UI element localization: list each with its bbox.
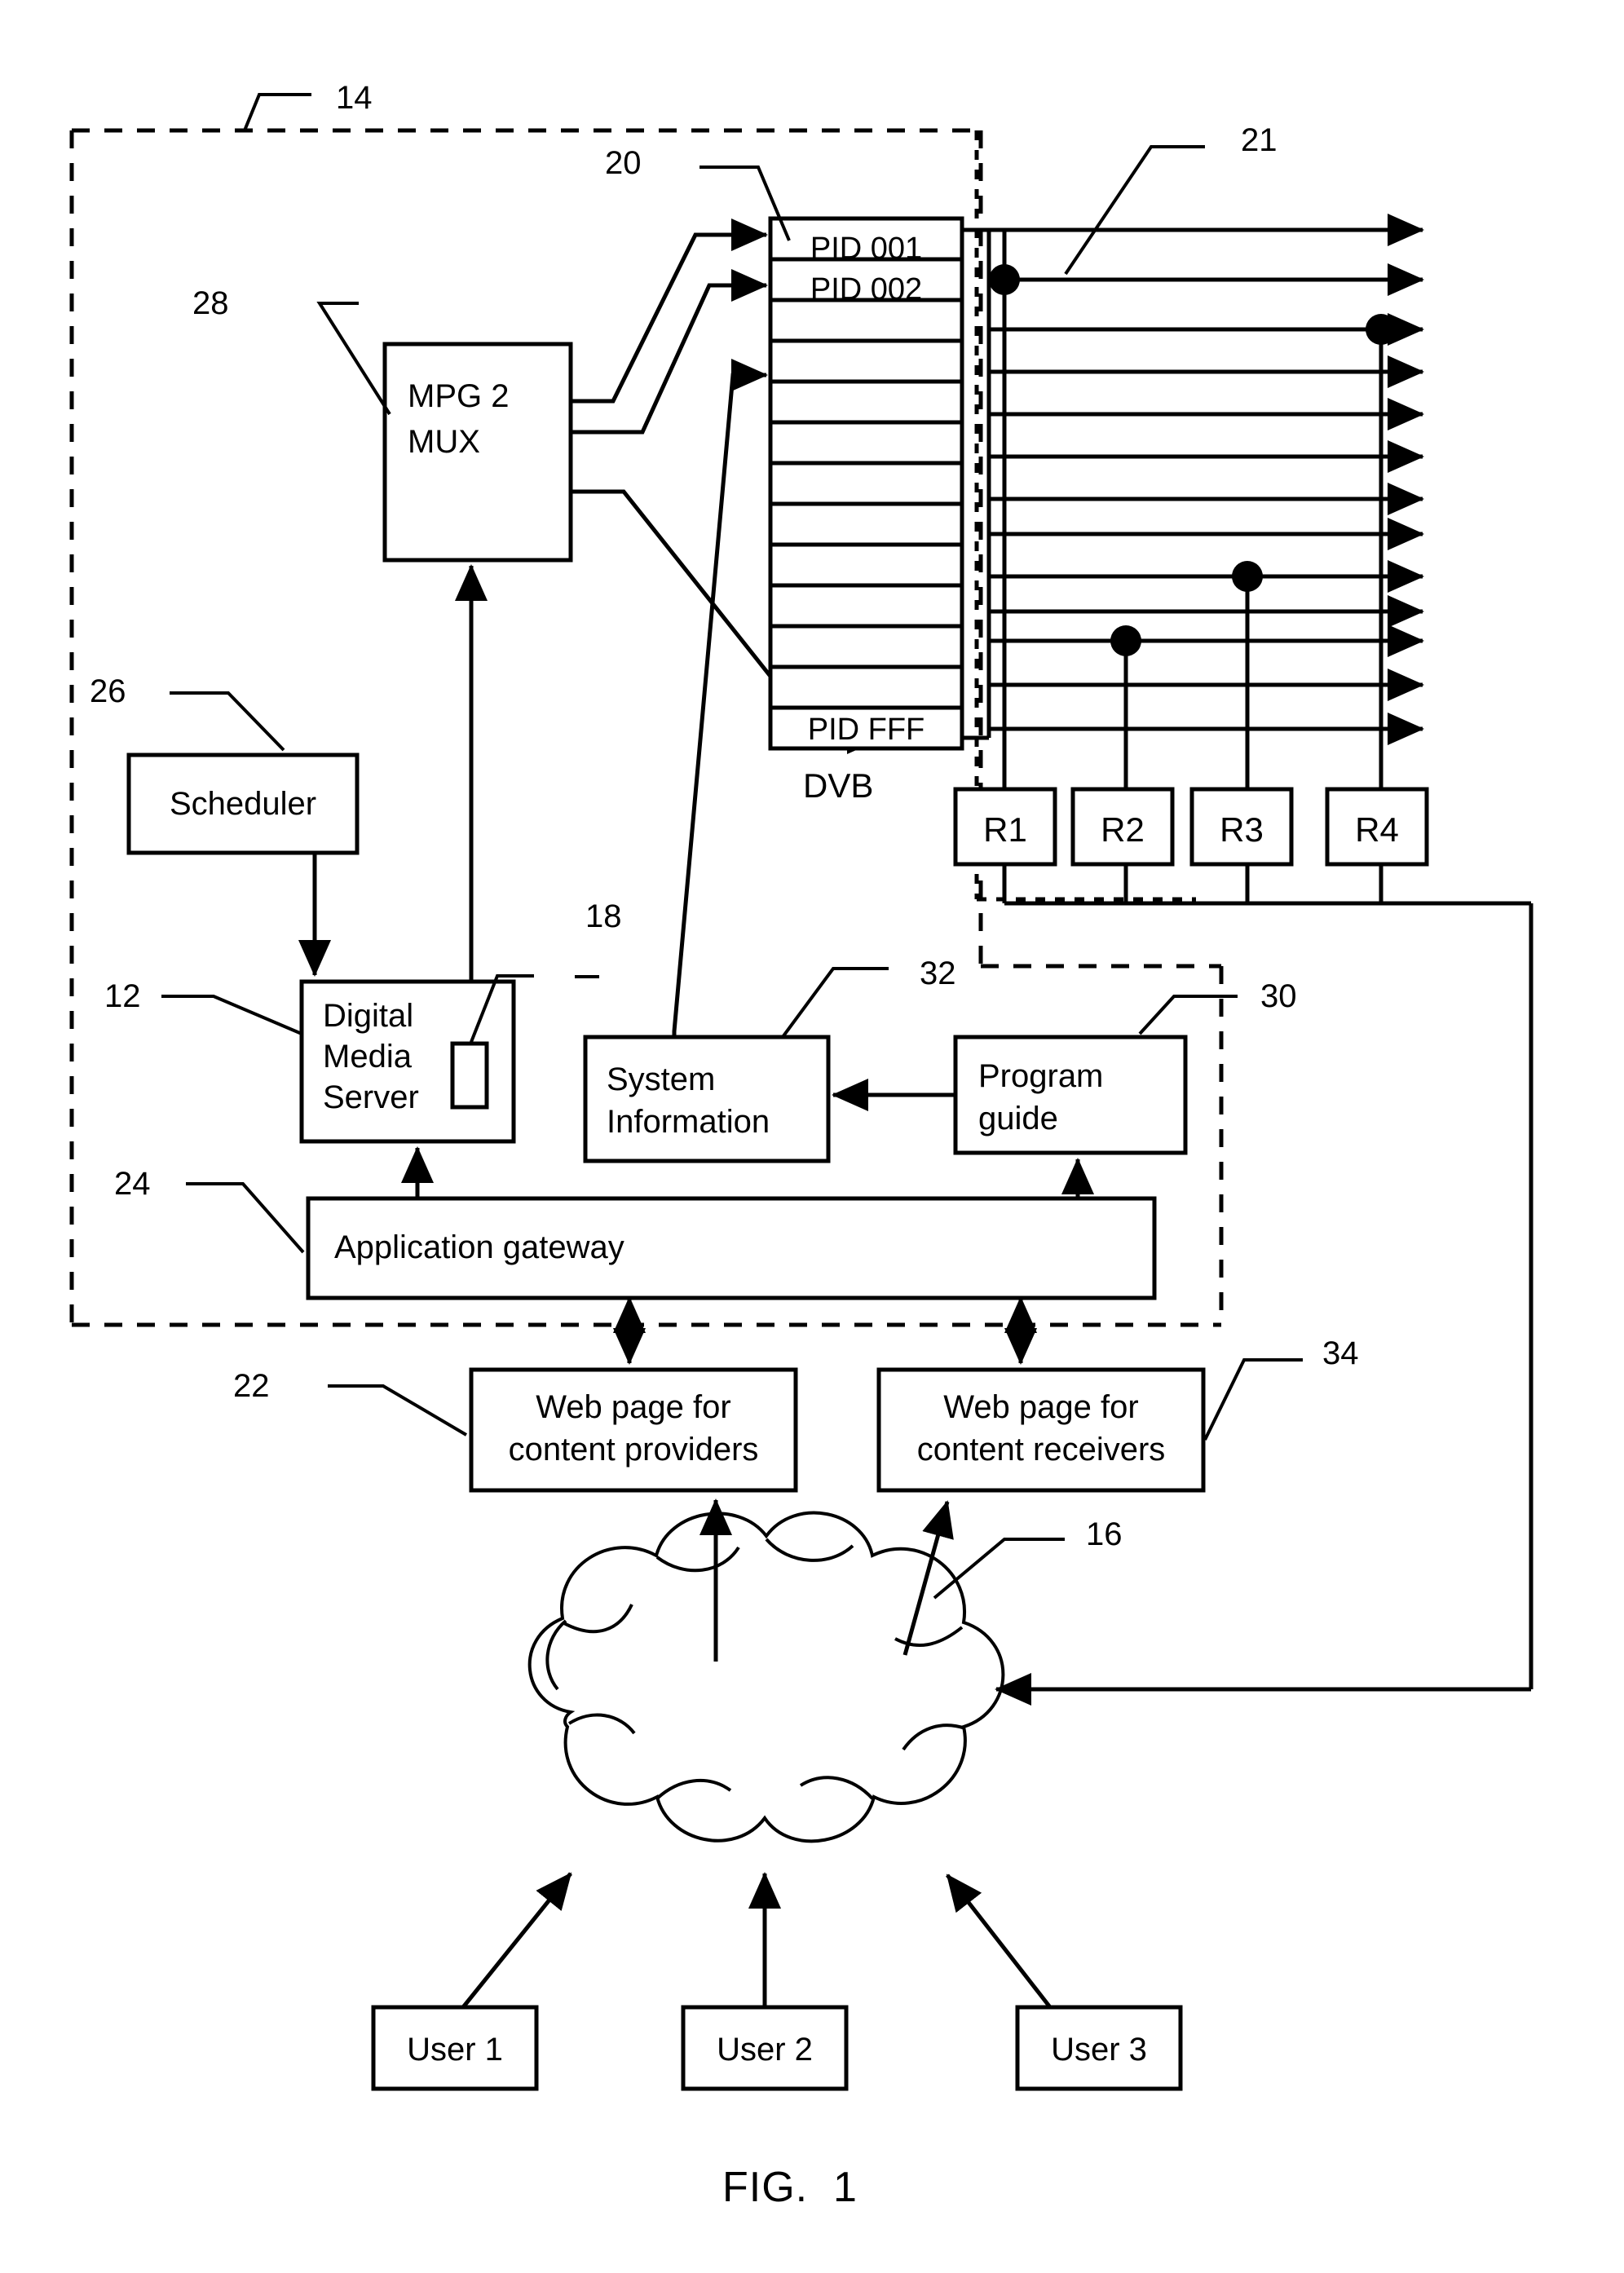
user3-to-cloud-arrow (946, 1874, 1052, 2009)
leader-14 (243, 93, 311, 131)
figure-caption: FIG. 1 (722, 2164, 858, 2211)
web-providers-line1: Web page for (536, 1389, 731, 1425)
system-information-to-pid-line (672, 359, 768, 1044)
leader-26 (170, 691, 285, 752)
program-guide-line1: Program (978, 1058, 1104, 1094)
figure-page: 14 20 21 28 26 12 18 32 30 24 22 34 16 M… (0, 0, 1624, 2273)
ref-numeral-18: 18 (585, 898, 622, 934)
receiver-label-r3: R3 (1220, 810, 1264, 849)
leader-12 (161, 995, 302, 1035)
dms-label-line2: Media (323, 1039, 412, 1075)
ref-numeral-12: 12 (104, 978, 141, 1014)
ref-numeral-21: 21 (1241, 122, 1278, 158)
leader-24 (186, 1182, 305, 1254)
receiver-label-r4: R4 (1355, 810, 1399, 849)
system-information-line2: Information (607, 1104, 770, 1140)
ref-numeral-16: 16 (1086, 1516, 1123, 1552)
mpg2-mux-line2: MUX (408, 424, 480, 460)
program-guide-line2: guide (978, 1101, 1058, 1136)
pid-row-label-002: PID 002 (810, 272, 923, 307)
pid-row-label-001: PID 001 (810, 232, 923, 266)
ref-numeral-34: 34 (1322, 1335, 1359, 1371)
web-receivers-line1: Web page for (943, 1389, 1139, 1425)
receiver-taps (989, 230, 1397, 789)
leader-16 (933, 1538, 1065, 1600)
user-label-2: User 2 (717, 2032, 813, 2068)
scheduler-label: Scheduler (169, 786, 317, 822)
leader-18 (781, 967, 889, 1039)
junction-dot-r4 (1366, 314, 1397, 345)
leader-22 (328, 1384, 468, 1437)
junction-dot-r2 (1110, 625, 1141, 656)
system-information-line1: System (607, 1061, 716, 1097)
ref-numeral-20: 20 (605, 145, 642, 181)
cloud-to-receivers-arrow (902, 1500, 954, 1656)
ref-numeral-32: 32 (920, 956, 956, 991)
ref-numeral-26: 26 (90, 673, 126, 709)
application-gateway-label: Application gateway (334, 1229, 624, 1265)
junction-dot-r1 (989, 264, 1020, 295)
ref-numeral-24: 24 (114, 1166, 151, 1202)
receiver-label-r2: R2 (1101, 810, 1145, 849)
web-receivers-line2: content receivers (916, 1432, 1166, 1468)
ref-numeral-30: 30 (1260, 978, 1297, 1014)
user1-to-cloud-arrow (461, 1872, 572, 2009)
ref-numeral-14: 14 (336, 80, 373, 116)
broadcast-bus-21 (962, 214, 1424, 745)
web-providers-line2: content providers (508, 1432, 759, 1468)
ref-numeral-28: 28 (192, 285, 229, 321)
pid-row-label-fff: PID FFF (807, 713, 925, 747)
leader-28 (316, 302, 391, 416)
mpg2-mux-line1: MPG 2 (408, 378, 510, 414)
leader-21 (1064, 145, 1205, 276)
receiver-label-r1: R1 (983, 810, 1027, 849)
dvb-label: DVB (803, 766, 874, 805)
ref-numeral-22: 22 (233, 1368, 270, 1404)
leader-34 (1203, 1358, 1303, 1441)
dms-label-line1: Digital (323, 998, 414, 1034)
dms-label-line3: Server (323, 1079, 419, 1115)
user-label-3: User 3 (1051, 2032, 1147, 2068)
user-label-1: User 1 (407, 2032, 503, 2068)
junction-dot-r3 (1232, 561, 1263, 592)
gateway-webpage-links (613, 1296, 1037, 1365)
